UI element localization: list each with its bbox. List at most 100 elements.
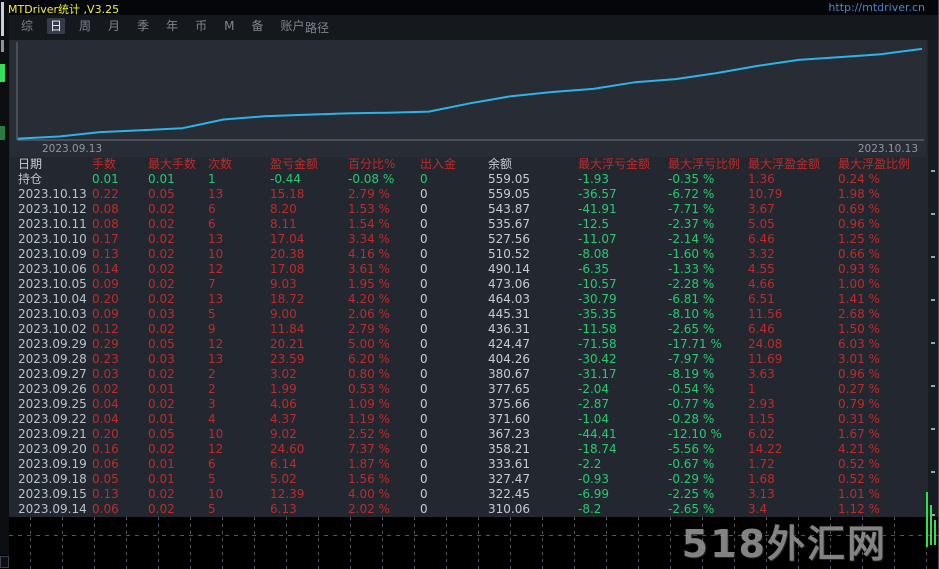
row-cell: 1.54 %: [348, 217, 390, 231]
menu-item-日[interactable]: 日: [47, 18, 66, 34]
row-cell: 10.79: [748, 187, 783, 201]
row-cell: 5: [208, 307, 216, 321]
row-cell: 0.52 %: [838, 457, 880, 471]
right-scrollbar[interactable]: [928, 40, 938, 517]
row-cell: 0: [420, 457, 428, 471]
table-row-2023.09.20[interactable]: 2023.09.20 0.16 0.02 12 24.60 7.37 % 0 358.21 -1…: [0, 442, 928, 457]
row-cell: 1.15: [748, 412, 775, 426]
left-scrollbar[interactable]: [0, 0, 9, 555]
row-cell: 6.03 %: [838, 337, 880, 351]
row-cell: 4.00 %: [348, 487, 390, 501]
table-row-2023.09.19[interactable]: 2023.09.19 0.06 0.01 6 6.14 1.87 % 0 333.61 -2.2…: [0, 457, 928, 472]
row-cell: -2.28 %: [668, 277, 715, 291]
table-row-2023.09.15[interactable]: 2023.09.15 0.13 0.02 10 12.39 4.00 % 0 322.45 -6…: [0, 487, 928, 502]
menu-item-M[interactable]: M: [221, 18, 237, 34]
bottom-grid-vline: [158, 517, 159, 569]
row-cell: -0.44: [270, 172, 302, 186]
bottom-left-corner-box: [0, 556, 9, 568]
table-row-2023.10.06[interactable]: 2023.10.06 0.14 0.02 12 17.08 3.61 % 0 490.14 -6…: [0, 262, 928, 277]
menu-items: 综日周月季年币 M 备账户: [18, 18, 308, 34]
bottom-grid-vline: [446, 517, 447, 569]
row-cell: 11.84: [270, 322, 305, 336]
row-cell: 0.02: [148, 217, 175, 231]
row-cell: -2.37 %: [668, 217, 715, 231]
row-cell: 0.01: [148, 472, 175, 486]
table-header-row: 日期 手数 最大手数 次数 盈亏金额 百分比% 出入金 余额 最大浮亏金额 最大浮亏比例 最大浮盈金…: [0, 157, 928, 172]
row-cell: 543.87: [488, 202, 530, 216]
row-cell: 1.01 %: [838, 487, 880, 501]
row-cell: 510.52: [488, 247, 530, 261]
row-cell: 6: [208, 202, 216, 216]
table-row-2023.10.03[interactable]: 2023.10.03 0.09 0.03 5 9.00 2.06 % 0 445.31 -35.…: [0, 307, 928, 322]
row-cell: 9: [208, 322, 216, 336]
menu-item-币[interactable]: 币: [192, 18, 210, 34]
row-cell: 0: [420, 382, 428, 396]
table-row-2023.10.12[interactable]: 2023.10.12 0.08 0.02 6 8.20 1.53 % 0 543.87 -41.…: [0, 202, 928, 217]
row-cell: -6.35: [578, 262, 610, 276]
table-row-2023.10.05[interactable]: 2023.10.05 0.09 0.02 7 9.03 1.95 % 0 473.06 -10.…: [0, 277, 928, 292]
row-cell: 0.22: [92, 187, 119, 201]
row-cell: -0.28 %: [668, 412, 715, 426]
header-cell: 百分比%: [348, 157, 396, 171]
menu-item-年[interactable]: 年: [163, 18, 181, 34]
bottom-grid-vline: [478, 517, 479, 569]
row-cell: 4.06: [270, 397, 297, 411]
table-row-2023.10.11[interactable]: 2023.10.11 0.08 0.02 6 8.11 1.54 % 0 535.67 -12.…: [0, 217, 928, 232]
row-cell: -7.97 %: [668, 352, 715, 366]
table-row-2023.09.28[interactable]: 2023.09.28 0.23 0.03 13 23.59 6.20 % 0 404.26 -3…: [0, 352, 928, 367]
row-cell: -0.93: [578, 472, 610, 486]
row-cell: -30.79: [578, 292, 617, 306]
row-cell: 7.37 %: [348, 442, 390, 456]
table-row-2023.10.10[interactable]: 2023.10.10 0.17 0.02 13 17.04 3.34 % 0 527.56 -1…: [0, 232, 928, 247]
table-row-2023.09.21[interactable]: 2023.09.21 0.20 0.05 10 9.02 2.52 % 0 367.23 -44…: [0, 427, 928, 442]
table-row-2023.10.04[interactable]: 2023.10.04 0.20 0.02 13 18.72 4.20 % 0 464.03 -3…: [0, 292, 928, 307]
row-cell: 11.56: [748, 307, 783, 321]
row-cell: 3.01 %: [838, 352, 880, 366]
row-cell: 12: [208, 442, 224, 456]
right-strip-tick: [931, 213, 935, 215]
row-cell: 0.53 %: [348, 382, 390, 396]
row-cell: 1.53 %: [348, 202, 390, 216]
table-row-2023.10.09[interactable]: 2023.10.09 0.13 0.02 10 20.38 4.16 % 0 510.52 -8…: [0, 247, 928, 262]
row-cell: -1.33 %: [668, 262, 715, 276]
row-cell: 322.45: [488, 487, 530, 501]
row-cell: 0: [420, 412, 428, 426]
menu-item-月[interactable]: 月: [105, 18, 123, 34]
row-cell: -6.72 %: [668, 187, 715, 201]
row-cell: 1.87 %: [348, 457, 390, 471]
menu-item-账户[interactable]: 账户: [277, 18, 307, 34]
table-row-2023.09.27[interactable]: 2023.09.27 0.03 0.02 2 3.02 0.80 % 0 380.67 -31.…: [0, 367, 928, 382]
menu-item-季[interactable]: 季: [134, 18, 152, 34]
row-cell: 375.66: [488, 397, 530, 411]
table-row-2023.09.18[interactable]: 2023.09.18 0.05 0.01 5 5.02 1.56 % 0 327.47 -0.9…: [0, 472, 928, 487]
left-strip-gray-mark: [1, 40, 4, 52]
bottom-grid-vline: [62, 517, 63, 569]
row-cell: 0.08: [92, 202, 119, 216]
bottom-grid-vline: [254, 517, 255, 569]
row-cell: 0: [420, 367, 428, 381]
row-cell: 1.00 %: [838, 277, 880, 291]
table-row-2023.09.26[interactable]: 2023.09.26 0.02 0.01 2 1.99 0.53 % 0 377.65 -2.0…: [0, 382, 928, 397]
app-url-link[interactable]: http://mtdriver.cn: [828, 1, 925, 14]
table-row-2023.10.02[interactable]: 2023.10.02 0.12 0.02 9 11.84 2.79 % 0 436.31 -11…: [0, 322, 928, 337]
menu-bar: 综日周月季年币 M 备账户 路径: [0, 15, 938, 40]
row-cell: 0.24 %: [838, 172, 880, 186]
open-position-row[interactable]: 持仓 0.01 0.01 1 -0.44 -0.08 % 0 559.05 -1.93 -0.35…: [0, 172, 928, 187]
right-strip-tick: [931, 428, 935, 430]
table-row-2023.10.13[interactable]: 2023.10.13 0.22 0.05 13 15.18 2.79 % 0 559.05 -3…: [0, 187, 928, 202]
menu-item-周[interactable]: 周: [76, 18, 94, 34]
row-cell: 13: [208, 232, 224, 246]
right-edge-green-bar: [926, 492, 928, 547]
row-cell: 333.61: [488, 457, 530, 471]
menu-item-备[interactable]: 备: [248, 18, 266, 34]
row-cell: 1.72: [748, 457, 775, 471]
row-cell: 12: [208, 337, 224, 351]
row-cell: 5.05: [748, 217, 775, 231]
row-cell: 9.00: [270, 307, 297, 321]
row-cell: 0: [420, 397, 428, 411]
menu-item-综[interactable]: 综: [18, 18, 36, 34]
table-row-2023.09.29[interactable]: 2023.09.29 0.29 0.05 12 20.21 5.00 % 0 424.47 -7…: [0, 337, 928, 352]
row-cell: 6.46: [748, 322, 775, 336]
table-row-2023.09.25[interactable]: 2023.09.25 0.04 0.02 3 4.06 1.09 % 0 375.66 -2.8…: [0, 397, 928, 412]
table-row-2023.09.22[interactable]: 2023.09.22 0.04 0.01 4 4.37 1.19 % 0 371.60 -1.0…: [0, 412, 928, 427]
